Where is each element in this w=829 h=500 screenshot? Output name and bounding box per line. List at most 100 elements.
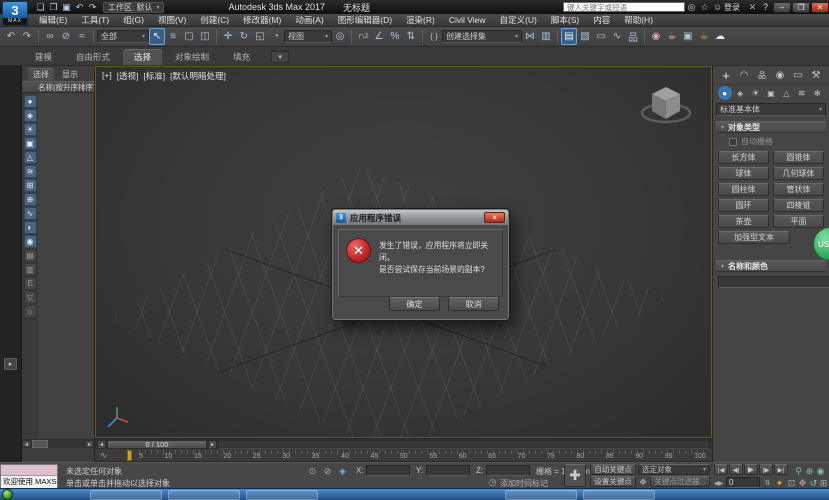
go-to-end-icon[interactable]: ▶| (774, 464, 788, 475)
taskbar-button[interactable] (583, 490, 655, 500)
current-frame-marker[interactable] (127, 450, 132, 461)
ok-button[interactable]: 确定 (389, 297, 440, 311)
tab-display-icon[interactable]: ▭ (791, 68, 805, 82)
ribbon-tab[interactable]: 建模 (24, 49, 63, 65)
select-and-rotate-icon[interactable]: ↻ (236, 28, 252, 45)
help-icon[interactable]: ? (759, 1, 772, 13)
ribbon-tab[interactable]: 自由形式 (65, 49, 121, 65)
ribbon-tab[interactable]: 填充 (222, 49, 261, 65)
viewcube[interactable] (637, 81, 695, 127)
primitive-button[interactable]: 加强型文本 (718, 231, 790, 244)
autogrid-checkbox[interactable] (729, 138, 737, 146)
mirror-icon[interactable]: ⋈ (522, 28, 538, 45)
render-in-cloud-icon[interactable]: ☁ (712, 28, 728, 45)
zoom-extents-icon[interactable]: ◉ (814, 465, 827, 477)
rollout-name-color[interactable]: ▾ 名称和颜色 (716, 260, 826, 272)
maximize-button[interactable]: ❐ (792, 2, 810, 13)
dialog-close-icon[interactable]: ✕ (484, 212, 505, 223)
redo-icon[interactable]: ↷ (19, 28, 35, 45)
primitive-button[interactable]: 管状体 (773, 183, 824, 196)
tab-display[interactable]: 显示 (57, 68, 83, 81)
display-spacewarps-icon[interactable]: ≋ (24, 165, 37, 178)
menu-item[interactable]: 修改器(M) (236, 14, 288, 26)
detail-view-icon[interactable]: ▥ (24, 263, 37, 276)
go-to-start-icon[interactable]: |◀ (714, 464, 728, 475)
search-icon[interactable]: ◎ (685, 1, 698, 13)
scroll-right-icon[interactable]: ▸ (85, 440, 94, 448)
primitive-button[interactable]: 长方体 (718, 151, 769, 164)
filter-icon[interactable]: ▽ (24, 291, 37, 304)
isolate-selection-icon[interactable]: ⊙ (306, 465, 319, 477)
primitive-button[interactable]: 平面 (773, 215, 824, 228)
primitive-button[interactable]: 四棱锥 (773, 199, 824, 212)
select-and-scale-icon[interactable]: ◱ (252, 28, 268, 45)
menu-item[interactable]: 帮助(H) (617, 14, 660, 26)
viewport-general-menu[interactable]: [+] (102, 70, 112, 82)
primitive-button[interactable]: 圆环 (718, 199, 769, 212)
dialog-titlebar[interactable]: 3 应用程序错误 ✕ (333, 210, 508, 225)
object-name-field[interactable] (718, 276, 829, 288)
selection-lock-icon[interactable]: ⊘ (321, 465, 334, 477)
undo-icon[interactable]: ↶ (73, 1, 86, 13)
toggle-scene-explorer-icon[interactable]: ▤ (561, 28, 577, 45)
rectangular-selection-region-icon[interactable]: ▢ (181, 28, 197, 45)
coordinate-y-field[interactable] (426, 465, 470, 476)
snap-toggle-icon[interactable]: ∩2 (355, 28, 371, 45)
maxscript-mini-listener[interactable]: 欢迎使用 MAXScript (0, 464, 58, 489)
time-slider-track[interactable] (218, 440, 710, 449)
next-frame-icon[interactable]: |▶ (759, 464, 773, 475)
display-geometry-icon[interactable]: ● (24, 95, 37, 108)
display-shapes-icon[interactable]: ◈ (24, 109, 37, 122)
menu-item[interactable]: 自定义(U) (493, 14, 544, 26)
primitive-button[interactable]: 圆柱体 (718, 183, 769, 196)
communication-center-icon[interactable]: ✕ (746, 1, 759, 13)
menu-item[interactable]: 创建(C) (193, 14, 236, 26)
search-input[interactable] (563, 2, 685, 12)
absolute-offset-mode-icon[interactable]: ◈ (336, 465, 349, 477)
previous-frame-icon[interactable]: ◀| (729, 464, 743, 475)
previous-frame-icon[interactable]: ◂ (97, 440, 106, 449)
start-button[interactable] (2, 489, 13, 500)
macro-recorder-pane[interactable] (1, 465, 57, 476)
menu-item[interactable]: 脚本(S) (544, 14, 586, 26)
tab-utilities-icon[interactable]: ⚒ (809, 68, 823, 82)
taskbar-button[interactable] (168, 490, 240, 500)
minimize-button[interactable]: – (773, 2, 791, 13)
material-editor-icon[interactable]: ◉ (648, 28, 664, 45)
select-by-name-icon[interactable]: ≡ (165, 28, 181, 45)
display-helpers-icon[interactable]: △ (24, 151, 37, 164)
primitive-button[interactable]: 茶壶 (718, 215, 769, 228)
list-view-icon[interactable]: ▤ (24, 249, 37, 262)
align-icon[interactable]: ▥ (538, 28, 554, 45)
favorites-icon[interactable]: ☆ (698, 1, 711, 13)
name-column-header[interactable]: 名称(按升序排序) (22, 81, 94, 93)
taskbar-button[interactable] (505, 490, 577, 500)
display-bones-icon[interactable]: ∿ (24, 207, 37, 220)
tab-hierarchy-icon[interactable]: 品 (755, 68, 769, 82)
display-xrefs-icon[interactable]: ⊕ (24, 193, 37, 206)
scroll-track[interactable] (31, 440, 85, 448)
category-shapes-icon[interactable]: ◈ (733, 86, 747, 100)
listener-pane[interactable]: 欢迎使用 MAXScript (1, 476, 57, 488)
set-keys-button[interactable]: ✚ (564, 464, 586, 487)
coordinate-z-field[interactable] (486, 465, 530, 476)
ribbon-tab[interactable]: 对象绘制 (164, 49, 220, 65)
key-filters-button[interactable]: 关键点过滤器... (650, 476, 710, 487)
close-button[interactable]: ✕ (811, 2, 829, 13)
menu-item[interactable]: 动画(A) (288, 14, 330, 26)
rendered-frame-window-icon[interactable]: ▣ (680, 28, 696, 45)
cancel-button[interactable]: 取消 (448, 297, 499, 311)
set-key-button[interactable]: 设置关键点 (590, 476, 636, 487)
tab-modify-icon[interactable]: ◠ (737, 68, 751, 82)
primitive-category-dropdown[interactable]: 标准基本体 ▾ (716, 103, 826, 116)
scroll-thumb[interactable] (32, 440, 48, 448)
angle-snap-icon[interactable]: ∠ (371, 28, 387, 45)
schematic-view-icon[interactable]: 品 (625, 28, 641, 45)
time-slider-handle[interactable]: 0 / 100 (107, 440, 207, 449)
render-setup-icon[interactable]: ☕ (664, 28, 680, 45)
display-groups-icon[interactable]: ⊞ (24, 179, 37, 192)
tab-create-icon[interactable]: + (719, 68, 733, 82)
scroll-left-icon[interactable]: ◂ (22, 440, 31, 448)
3dsmax-logo-icon[interactable]: 3 MAX (2, 1, 28, 26)
primitive-button[interactable]: 球体 (718, 167, 769, 180)
